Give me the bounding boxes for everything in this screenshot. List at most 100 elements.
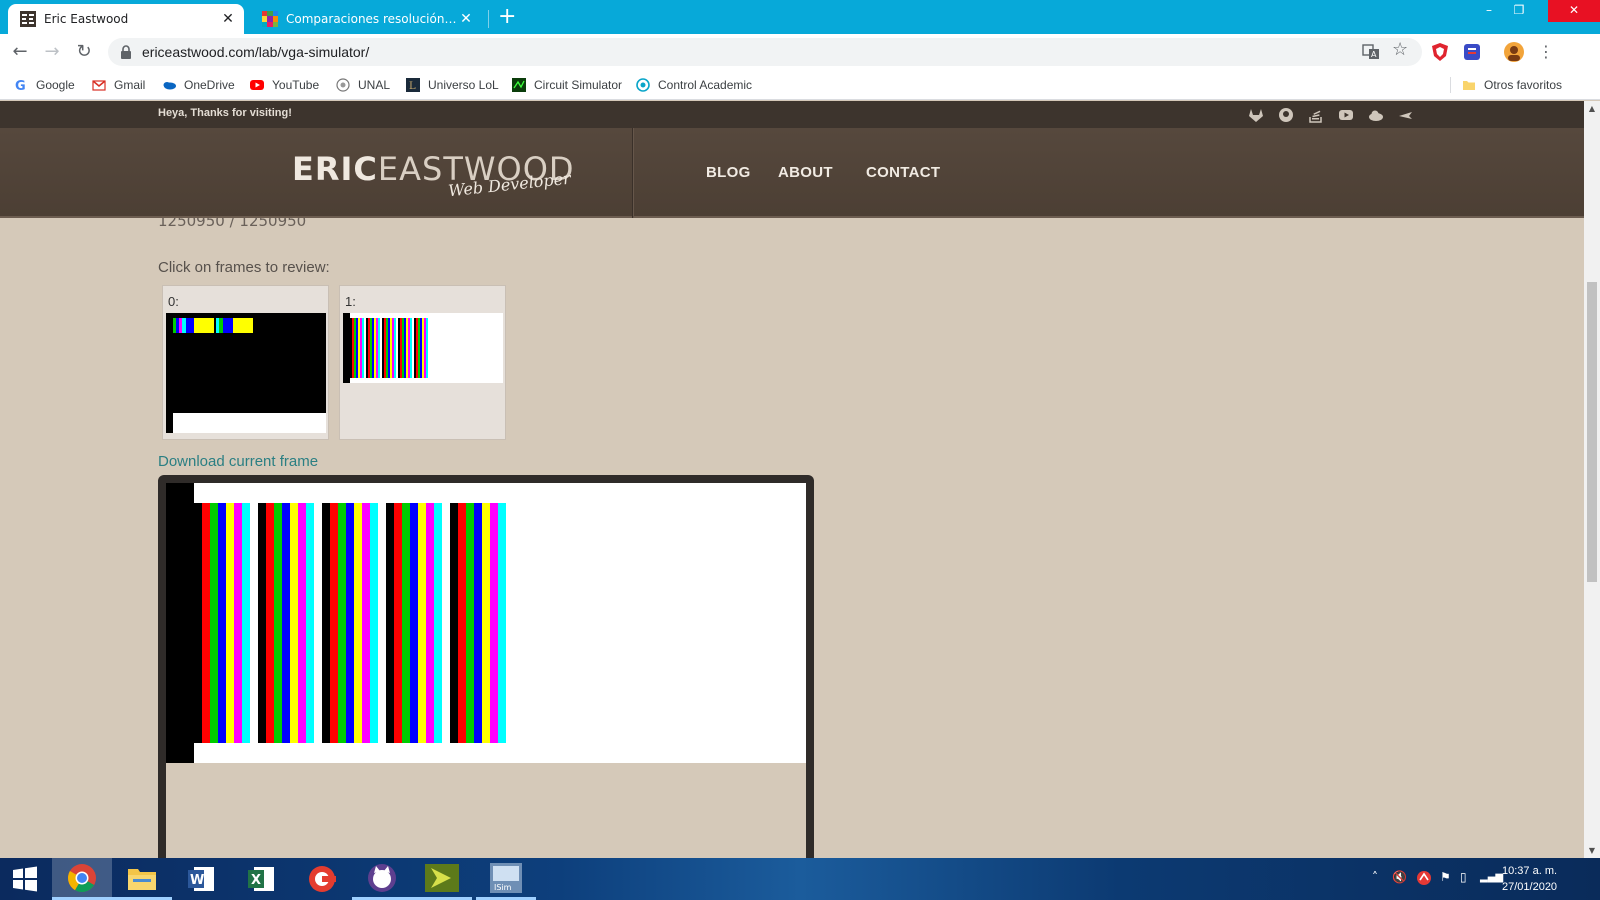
extension-icon[interactable]: [1462, 42, 1482, 62]
new-tab-button[interactable]: +: [498, 6, 516, 28]
cloud-icon[interactable]: [1368, 107, 1384, 123]
bookmark-star-icon[interactable]: ☆: [1392, 39, 1410, 60]
translate-icon[interactable]: A: [1362, 43, 1380, 61]
vga-color-bar-stripe: [458, 503, 466, 743]
taskbar-word[interactable]: W: [172, 858, 232, 900]
svg-text:ISim: ISim: [494, 883, 512, 892]
volume-muted-icon[interactable]: 🔇: [1392, 870, 1407, 884]
vga-color-bar-stripe: [498, 503, 506, 743]
start-button[interactable]: [0, 858, 50, 900]
stackoverflow-icon[interactable]: [1308, 107, 1324, 123]
eric-eastwood-favicon: [20, 11, 36, 27]
unal-seal-icon: [336, 78, 350, 92]
taskbar-chrome[interactable]: [52, 858, 112, 900]
scroll-up-arrow[interactable]: ▲: [1586, 104, 1598, 113]
network-signal-icon[interactable]: ▂▄▆: [1480, 872, 1503, 883]
tab-eric-eastwood[interactable]: Eric Eastwood ✕: [8, 4, 244, 34]
bookmark-other-folder[interactable]: Otros favoritos: [1462, 76, 1562, 94]
bookmark-label: Google: [36, 78, 75, 92]
nav-about[interactable]: ABOUT: [778, 164, 833, 181]
gitlab-icon[interactable]: [1248, 107, 1264, 123]
address-bar[interactable]: ericeastwood.com/lab/vga-simulator/: [108, 38, 1422, 66]
thumb-color-bar-stripe: [420, 318, 422, 378]
show-hidden-icons[interactable]: ˄: [1372, 870, 1378, 884]
brave-shield-icon[interactable]: [1430, 42, 1450, 62]
vga-color-bar-stripe: [290, 503, 298, 743]
taskbar-xilinx[interactable]: [412, 858, 472, 900]
vga-color-bar-stripe: [394, 503, 402, 743]
taskbar-excel[interactable]: X: [232, 858, 292, 900]
taskbar-isim[interactable]: ISim: [476, 858, 536, 900]
close-window-button[interactable]: ✕: [1548, 0, 1600, 22]
ccleaner-icon: [309, 866, 336, 892]
action-center-flag-icon[interactable]: ⚑: [1440, 870, 1451, 884]
back-arrow-icon[interactable]: ←: [10, 42, 30, 62]
tab-separator: [488, 10, 489, 28]
bookmark-control-academic[interactable]: Control Academic: [636, 76, 752, 94]
github-icon[interactable]: [1278, 107, 1294, 123]
nav-contact[interactable]: CONTACT: [866, 164, 940, 181]
frame-preview-0: [166, 313, 326, 433]
thumb-color-bar-stripe: [368, 318, 370, 378]
reload-icon[interactable]: ↻: [74, 42, 94, 62]
browser-tab-bar: Eric Eastwood ✕ Comparaciones resolución…: [0, 0, 1600, 34]
taskbar-cat-app[interactable]: [352, 858, 412, 900]
thumb-color-bar-stripe: [404, 318, 406, 378]
frame-label: 1:: [345, 294, 356, 309]
thumb-color-bar-stripe: [394, 318, 396, 378]
vga-color-bar-stripe: [330, 503, 338, 743]
site-top-strip: Heya, Thanks for visiting!: [0, 101, 1584, 128]
vga-screen[interactable]: [166, 483, 806, 858]
rocket-icon[interactable]: [1398, 107, 1414, 123]
thumb-color-bar-stripe: [370, 318, 372, 378]
youtube-icon[interactable]: [1338, 107, 1354, 123]
thumb-color-bar-stripe: [350, 318, 352, 378]
taskbar-file-explorer[interactable]: [112, 858, 172, 900]
system-clock[interactable]: 10:37 a. m. 27/01/2020: [1502, 863, 1557, 895]
vga-color-bar-stripe: [450, 503, 458, 743]
bookmark-label: Otros favoritos: [1484, 78, 1563, 92]
close-tab-icon[interactable]: ✕: [458, 11, 474, 27]
thumb-color-bar-stripe: [356, 318, 358, 378]
bookmark-google[interactable]: G Google: [14, 76, 75, 94]
frame-thumbnail-1[interactable]: 1:: [339, 285, 506, 440]
scrolled-progress-text: 1250950 / 1250950: [158, 218, 307, 228]
vga-color-bar-stripe: [298, 503, 306, 743]
minimize-button[interactable]: –: [1474, 0, 1504, 22]
browser-menu-icon[interactable]: ⋮: [1536, 42, 1556, 62]
vga-color-bar-stripe: [490, 503, 498, 743]
battery-icon[interactable]: ▯: [1460, 870, 1467, 884]
forward-arrow-icon[interactable]: →: [42, 42, 62, 62]
tab-comparaciones[interactable]: Comparaciones resolución de la ✕: [250, 4, 482, 34]
bookmark-circuit-simulator[interactable]: Circuit Simulator: [512, 76, 622, 94]
taskbar-ccleaner[interactable]: [292, 858, 352, 900]
logo-strong: ERIC: [292, 150, 378, 188]
svg-text:W: W: [190, 873, 204, 888]
bookmark-youtube[interactable]: YouTube: [250, 76, 319, 94]
lock-icon: [121, 45, 131, 59]
thumb-color-bar-stripe: [388, 318, 390, 378]
vga-color-bar-stripe: [426, 503, 434, 743]
thumb-color-bar-stripe: [382, 318, 384, 378]
vga-frame-canvas: [166, 483, 806, 763]
gmail-icon: [92, 80, 106, 91]
league-of-legends-icon: L: [406, 78, 420, 92]
profile-avatar[interactable]: [1504, 42, 1524, 62]
antivirus-icon[interactable]: [1416, 870, 1432, 886]
scrollbar-thumb[interactable]: [1587, 282, 1597, 582]
download-frame-link[interactable]: Download current frame: [158, 453, 318, 470]
frame-thumbnail-0[interactable]: 0:: [162, 285, 329, 440]
bookmark-universo-lol[interactable]: L Universo LoL: [406, 76, 499, 94]
site-logo[interactable]: ERICEASTWOOD Web Developer: [292, 150, 575, 200]
close-tab-icon[interactable]: ✕: [220, 11, 236, 27]
scroll-down-arrow[interactable]: ▼: [1586, 846, 1598, 855]
bookmark-unal[interactable]: UNAL: [336, 76, 390, 94]
xilinx-icon: [425, 863, 459, 892]
bookmark-gmail[interactable]: Gmail: [92, 76, 145, 94]
restore-button[interactable]: ❐: [1504, 0, 1534, 22]
vga-color-bar-stripe: [202, 503, 210, 743]
thumb-color-bar-stripe: [408, 318, 410, 378]
nav-blog[interactable]: BLOG: [706, 164, 751, 181]
bookmark-onedrive[interactable]: OneDrive: [162, 76, 235, 94]
url-text: ericeastwood.com/lab/vga-simulator/: [142, 44, 370, 60]
